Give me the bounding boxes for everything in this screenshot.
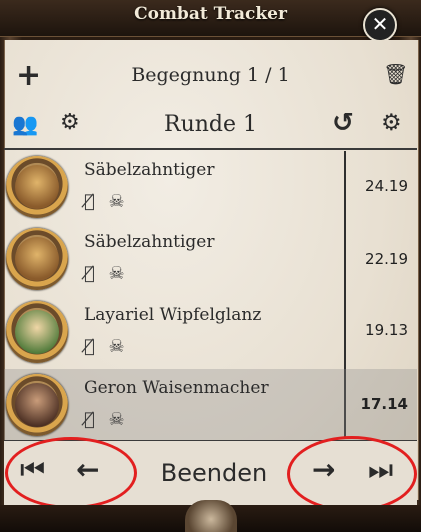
settings-icon[interactable]: ⚙ [381, 110, 402, 136]
status-hidden-defeated-icons[interactable]: 👁̸ ☠ [84, 191, 129, 212]
combatant-name: Layariel Wipfelglanz [84, 305, 262, 325]
status-hidden-defeated-icons[interactable]: 👁̸ ☠ [84, 409, 129, 430]
token-portrait-avatar [6, 156, 68, 218]
combatant-name: Säbelzahntiger [84, 160, 215, 180]
highlight-circle-left [5, 437, 137, 509]
end-combat-button[interactable]: Beenden [144, 459, 284, 487]
token-portrait-avatar [6, 301, 68, 363]
title-bar: Combat Tracker [0, 0, 421, 37]
highlight-circle-right [287, 436, 417, 512]
initiative-value[interactable]: 19.13 [352, 321, 408, 339]
close-button[interactable]: ✕ [363, 8, 397, 42]
initiative-value[interactable]: 22.19 [352, 250, 408, 268]
combatant-name: Geron Waisenmacher [84, 378, 269, 398]
window-title: Combat Tracker [134, 4, 287, 24]
round-label: Runde 1 [164, 112, 257, 137]
initiative-value[interactable]: 17.14 [352, 395, 408, 413]
token-portrait-avatar [6, 228, 68, 290]
combatant-row[interactable]: Layariel Wipfelglanz 👁̸ ☠ [4, 296, 344, 368]
reset-icon[interactable]: ↺ [332, 108, 354, 138]
add-encounter-icon[interactable]: + [16, 58, 41, 93]
frame-ornament [185, 500, 237, 532]
combatant-row[interactable]: Säbelzahntiger 👁̸ ☠ [4, 151, 344, 223]
encounter-label: Begegnung 1 / 1 [131, 64, 290, 86]
combatant-row[interactable]: Säbelzahntiger 👁̸ ☠ [4, 223, 344, 295]
header-separator [4, 148, 417, 150]
roll-players-icon[interactable]: 👥 [12, 112, 38, 137]
group-settings-icon[interactable]: ⚙ [60, 110, 80, 135]
status-hidden-defeated-icons[interactable]: 👁̸ ☠ [84, 336, 129, 357]
status-hidden-defeated-icons[interactable]: 👁̸ ☠ [84, 263, 129, 284]
delete-encounter-icon[interactable]: 🗑 [383, 62, 408, 86]
token-portrait-avatar [6, 374, 68, 436]
initiative-value[interactable]: 24.19 [352, 177, 408, 195]
combatant-name: Säbelzahntiger [84, 232, 215, 252]
